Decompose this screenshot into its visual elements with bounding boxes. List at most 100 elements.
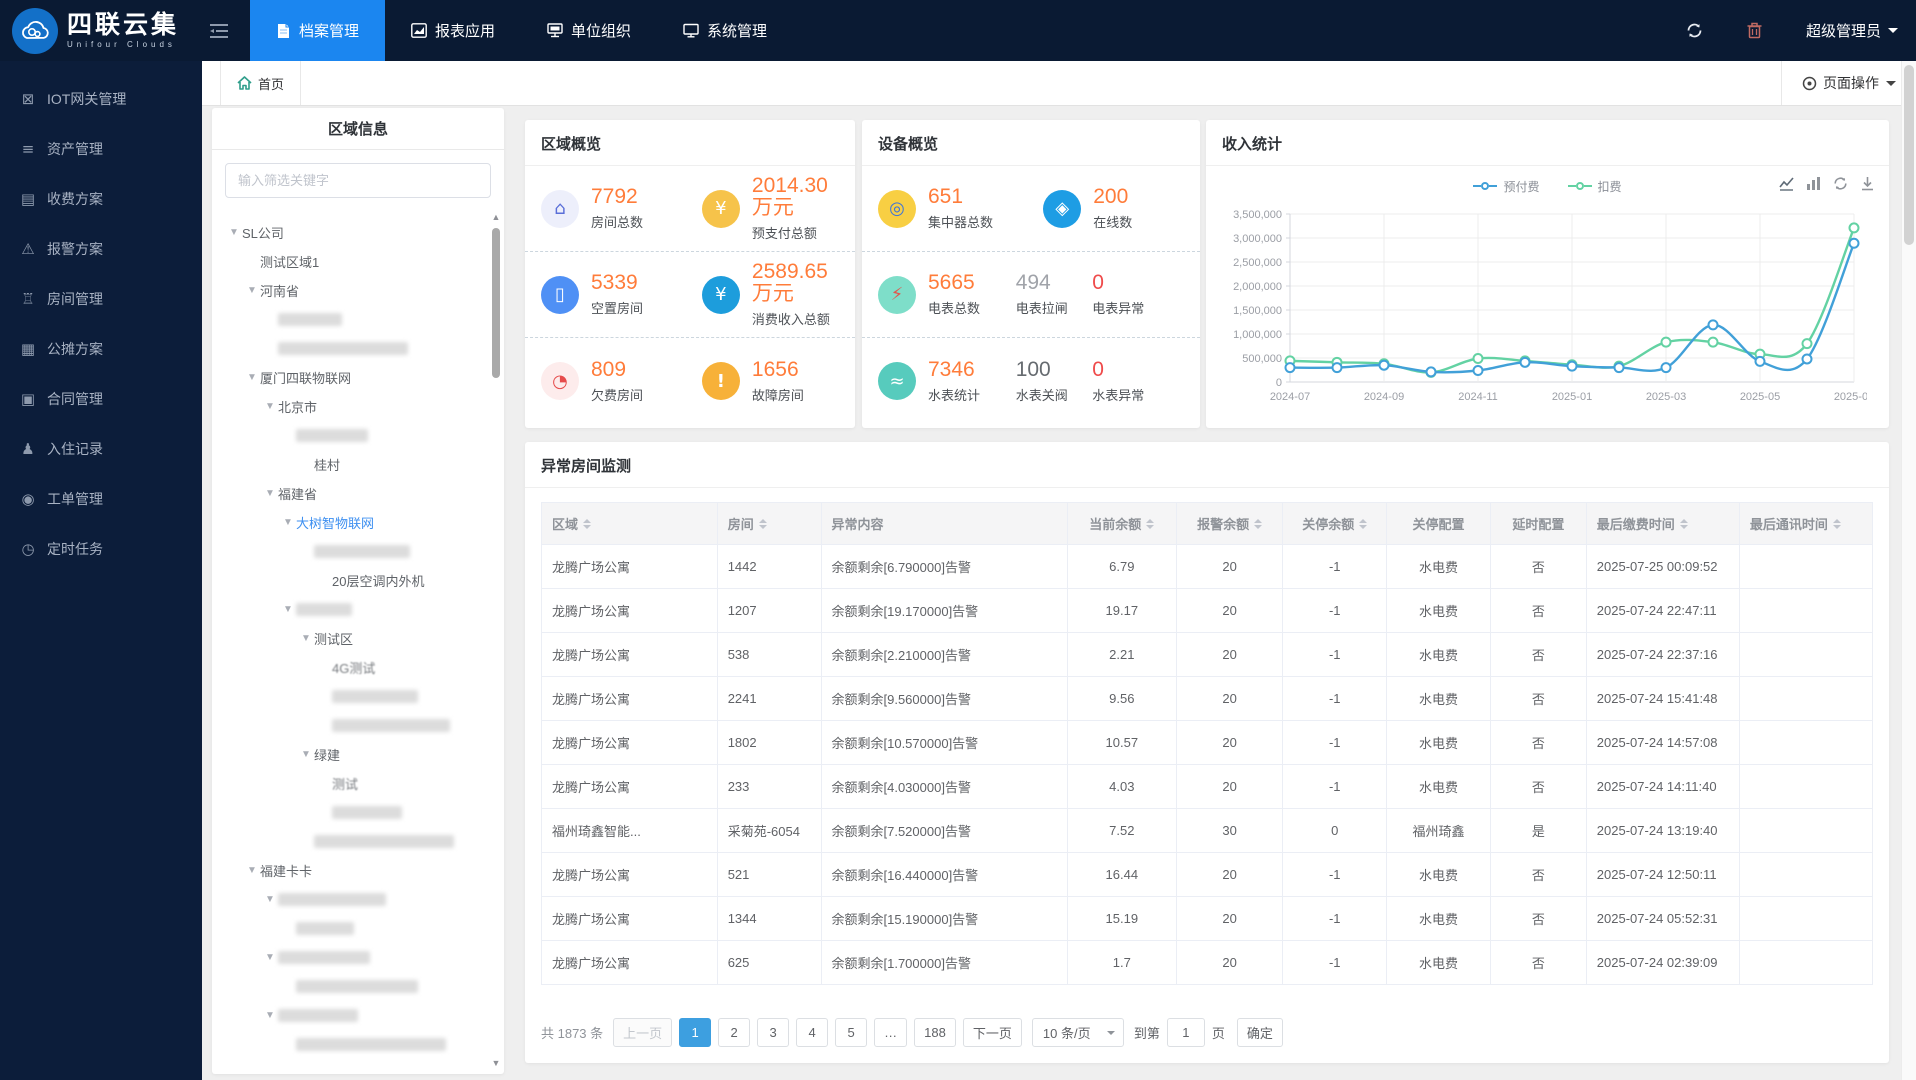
sidebar-item-iot-gateway[interactable]: ⊠ IOT网关管理 <box>0 74 202 124</box>
sort-caret-icon[interactable] <box>583 515 592 533</box>
tab-home[interactable]: 首页 <box>220 61 302 105</box>
tree-expand-icon[interactable]: ▼ <box>298 633 314 644</box>
scroll-down-icon[interactable]: ▼ <box>490 1058 502 1068</box>
page-scrollbar-thumb[interactable] <box>1904 65 1914 245</box>
tree-node[interactable]: ▼ 北京市 <box>212 392 490 421</box>
tree-node[interactable] <box>212 305 490 334</box>
tree-node[interactable] <box>212 682 490 711</box>
tree-node[interactable]: 测试 <box>212 769 490 798</box>
sort-caret-icon[interactable] <box>1359 515 1368 533</box>
tree-node[interactable]: ▼ 大树智物联网 <box>212 508 490 537</box>
next-page-button[interactable]: 下一页 <box>962 1018 1022 1047</box>
income-line-chart[interactable]: 0 500,000 1,000,000 1,500,000 2,000,000 2,500… <box>1212 202 1867 420</box>
tree-node[interactable] <box>212 972 490 1001</box>
tree-node[interactable]: ▼ 绿建 <box>212 740 490 769</box>
column-header[interactable]: 区域 <box>541 502 718 545</box>
goto-page-input[interactable] <box>1166 1018 1205 1047</box>
sidebar-collapse-icon[interactable] <box>210 23 228 38</box>
bar-chart-toggle-icon[interactable] <box>1806 176 1821 191</box>
tree-node[interactable] <box>212 914 490 943</box>
page-button-4[interactable]: 4 <box>796 1018 829 1047</box>
nav-tab-chart[interactable]: 报表应用 <box>385 0 521 61</box>
tree-node[interactable] <box>212 711 490 740</box>
user-menu[interactable]: 超级管理员 <box>1806 20 1898 41</box>
column-header[interactable]: 最后缴费时间 <box>1585 502 1740 545</box>
legend-item-预付费[interactable]: 预付费 <box>1473 178 1540 195</box>
column-header[interactable]: 最后通讯时间 <box>1738 502 1874 545</box>
sidebar-item-billing-plan[interactable]: ▤ 收费方案 <box>0 174 202 224</box>
trash-icon[interactable] <box>1747 22 1762 39</box>
sidebar-item-room-mgmt[interactable]: ♖ 房间管理 <box>0 274 202 324</box>
tree-expand-icon[interactable]: ▼ <box>298 749 314 760</box>
tree-scrollbar[interactable]: ▲ ▼ <box>490 212 502 1068</box>
tree-node[interactable]: ▼ 河南省 <box>212 276 490 305</box>
tree-node[interactable] <box>212 827 490 856</box>
tree-node[interactable] <box>212 334 490 363</box>
region-filter-input[interactable] <box>225 163 491 198</box>
tree-node[interactable]: ▼ 厦门四联物联网 <box>212 363 490 392</box>
tree-expand-icon[interactable]: ▼ <box>244 372 260 383</box>
nav-tab-org[interactable]: 单位组织 <box>521 0 657 61</box>
page-actions-button[interactable]: 页面操作 <box>1781 61 1916 105</box>
column-header[interactable]: 关停余额 <box>1282 502 1388 545</box>
line-chart-toggle-icon[interactable] <box>1779 176 1794 191</box>
page-button-188[interactable]: 188 <box>914 1018 956 1047</box>
sidebar-item-work-order[interactable]: ◉ 工单管理 <box>0 474 202 524</box>
page-button-5[interactable]: 5 <box>835 1018 868 1047</box>
tree-expand-icon[interactable]: ▼ <box>280 604 296 615</box>
sidebar-item-contract[interactable]: ▣ 合同管理 <box>0 374 202 424</box>
sort-caret-icon[interactable] <box>1254 515 1263 533</box>
tree-node[interactable]: ▼ 福建卡卡 <box>212 856 490 885</box>
page-button-3[interactable]: 3 <box>757 1018 790 1047</box>
tree-node[interactable]: ▼ SL公司 <box>212 218 490 247</box>
tree-expand-icon[interactable]: ▼ <box>262 952 278 963</box>
tree-node[interactable]: 4G测试 <box>212 653 490 682</box>
sort-caret-icon[interactable] <box>758 515 767 533</box>
tree-expand-icon[interactable]: ▼ <box>244 285 260 296</box>
prev-page-button[interactable]: 上一页 <box>613 1018 673 1047</box>
refresh-icon[interactable] <box>1686 22 1703 39</box>
tree-expand-icon[interactable]: ▼ <box>262 488 278 499</box>
nav-tab-system[interactable]: 系统管理 <box>657 0 793 61</box>
tree-node[interactable]: ▼ <box>212 1001 490 1030</box>
tree-node[interactable]: 桂村 <box>212 450 490 479</box>
sidebar-item-alarm-plan[interactable]: ⚠ 报警方案 <box>0 224 202 274</box>
tree-expand-icon[interactable]: ▼ <box>244 865 260 876</box>
tree-expand-icon[interactable]: ▼ <box>280 517 296 528</box>
tree-expand-icon[interactable]: ▼ <box>262 894 278 905</box>
sidebar-item-timed-task[interactable]: ◷ 定时任务 <box>0 524 202 574</box>
tree-node[interactable]: 20层空调内外机 <box>212 566 490 595</box>
sidebar-item-share-plan[interactable]: ▦ 公摊方案 <box>0 324 202 374</box>
column-header[interactable]: 报警余额 <box>1175 502 1284 545</box>
tree-node[interactable]: ▼ 测试区 <box>212 624 490 653</box>
page-button-1[interactable]: 1 <box>679 1018 712 1047</box>
page-size-select[interactable]: 10 条/页 <box>1031 1018 1124 1047</box>
page-scrollbar[interactable] <box>1901 61 1916 1080</box>
column-header[interactable]: 当前余额 <box>1066 502 1177 545</box>
tree-node[interactable]: ▼ <box>212 595 490 624</box>
sort-caret-icon[interactable] <box>1146 515 1155 533</box>
scrollbar-thumb[interactable] <box>492 228 500 378</box>
tree-expand-icon[interactable]: ▼ <box>262 1010 278 1021</box>
tree-node[interactable] <box>212 1030 490 1059</box>
tree-node[interactable] <box>212 421 490 450</box>
sidebar-item-asset[interactable]: ≡ 资产管理 <box>0 124 202 174</box>
tree-expand-icon[interactable]: ▼ <box>226 227 242 238</box>
nav-tab-doc[interactable]: 档案管理 <box>250 0 386 61</box>
sort-caret-icon[interactable] <box>1679 515 1688 533</box>
page-button-2[interactable]: 2 <box>718 1018 751 1047</box>
tree-expand-icon[interactable]: ▼ <box>262 401 278 412</box>
tree-node[interactable] <box>212 537 490 566</box>
tree-node[interactable]: ▼ <box>212 885 490 914</box>
legend-item-扣费[interactable]: 扣费 <box>1567 178 1622 195</box>
confirm-button[interactable]: 确定 <box>1236 1018 1283 1047</box>
sidebar-item-check-in[interactable]: ♟ 入住记录 <box>0 424 202 474</box>
tree-node[interactable]: 测试区域1 <box>212 247 490 276</box>
tree-node[interactable]: ▼ 福建省 <box>212 479 490 508</box>
tree-node[interactable]: ▼ <box>212 943 490 972</box>
tree-node[interactable] <box>212 798 490 827</box>
sort-caret-icon[interactable] <box>1832 515 1841 533</box>
download-icon[interactable] <box>1860 176 1875 191</box>
chart-refresh-icon[interactable] <box>1833 176 1848 191</box>
column-header[interactable]: 房间 <box>716 502 822 545</box>
